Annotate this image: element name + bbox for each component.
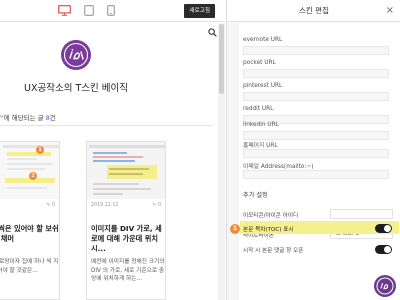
evernote-url-input[interactable] (243, 46, 389, 55)
toggle-knob (384, 225, 391, 232)
post-thumbnail: 1 2 (0, 142, 59, 199)
settings-title: 스킨 편집 (299, 6, 329, 15)
post-card[interactable]: 1 2 ✎ 0 타나씩은 있어야 할 보쉬 호전 채머 스 의 로망이자 집에 … (0, 141, 60, 300)
blog-preview: 새로고침 UX공작소의 T스킨 베이직 ''에 해당되는 글 8건 1 2 ✎ … (0, 0, 225, 300)
field-label: reddit URL (243, 106, 274, 112)
category-result-text: ''에 해당되는 글 8건 (0, 114, 56, 122)
logo-mark-icon (63, 42, 89, 68)
field-label: 이메일 Address(mailto:~) (243, 164, 314, 170)
pinterest-url-input[interactable] (243, 92, 389, 101)
emoticon-id-label: 이모티콘/아이콘 아이디 (243, 213, 299, 219)
skin-settings-panel: 스킨 편집 × evernote URL pocket URL pinteres… (226, 0, 400, 300)
mobile-view-icon[interactable] (107, 5, 115, 16)
comment-count: ✎ 0 (46, 203, 55, 208)
divider (0, 125, 212, 126)
chat-button[interactable] (374, 275, 396, 297)
post-summary: 스 의 로망이자 집에 하나 씩 지고 있어야 할 것같은... (0, 259, 59, 274)
field-label: linkedin URL (243, 122, 279, 128)
field-label: 홈페이지 URL (243, 143, 278, 149)
post-meta: 2019.12.12 ✎ 0 (87, 200, 165, 214)
search-icon[interactable] (208, 28, 217, 37)
desktop-view-icon[interactable] (58, 5, 71, 16)
toggle-knob (384, 246, 391, 253)
blog-title[interactable]: UX공작소의 T스킨 베이직 (0, 80, 152, 94)
post-title[interactable]: 타나씩은 있어야 할 보쉬 호전 채머 (0, 224, 59, 244)
post-title[interactable]: 이미지를 DIV 가로, 세로에 대해 가운데 위치시... (91, 224, 165, 254)
close-icon[interactable]: × (386, 4, 394, 18)
thumbnail-code-screenshot-image (87, 142, 165, 199)
step-badge: 1 (36, 146, 44, 154)
toc-display-label: 본문 목차(TOC) 표시 (243, 227, 294, 233)
blog-logo[interactable] (61, 40, 91, 70)
open-comments-label: 시작 시 본문 댓글 창 오픈 (243, 248, 304, 254)
post-card[interactable]: 2019.12.12 ✎ 0 이미지를 DIV 가로, 세로에 대해 가운데 위… (86, 141, 166, 300)
step-badge: 1 (230, 224, 240, 234)
step-badge: 2 (29, 172, 37, 180)
chat-logo-icon (376, 277, 394, 295)
refresh-button[interactable]: 새로고침 (184, 4, 215, 18)
thumbnail-screenshot-image (0, 142, 59, 199)
post-summary: 예전에 이미지를 정해진 크기의 DIV 의 가로, 세로 기준으로 중앙에 위… (91, 259, 165, 282)
toc-display-toggle[interactable] (375, 224, 392, 233)
linkedin-url-input[interactable] (243, 131, 389, 140)
preview-scrollbar-thumb[interactable] (219, 24, 224, 94)
open-comments-toggle[interactable] (375, 245, 392, 254)
extra-settings-heading: 추가 설정 (243, 192, 268, 199)
field-label: pocket URL (243, 60, 276, 66)
post-thumbnail (87, 142, 165, 199)
homepage-url-input[interactable] (243, 149, 389, 158)
pocket-url-input[interactable] (243, 69, 389, 78)
post-meta: ✎ 0 (0, 200, 59, 214)
settings-header: 스킨 편집 × (227, 0, 400, 22)
emoticon-id-input[interactable] (330, 209, 393, 219)
preview-toolbar: 새로고침 (0, 0, 225, 22)
tablet-view-icon[interactable] (84, 5, 94, 16)
skin-editor-screen: 새로고침 UX공작소의 T스킨 베이직 ''에 해당되는 글 8건 1 2 ✎ … (0, 0, 400, 300)
comment-count: ✎ 0 (152, 203, 161, 208)
field-label: pinterest URL (243, 83, 283, 89)
field-label: evernote URL (243, 37, 283, 43)
post-date: 2019.12.12 (91, 203, 119, 208)
email-address-input[interactable] (243, 170, 389, 179)
